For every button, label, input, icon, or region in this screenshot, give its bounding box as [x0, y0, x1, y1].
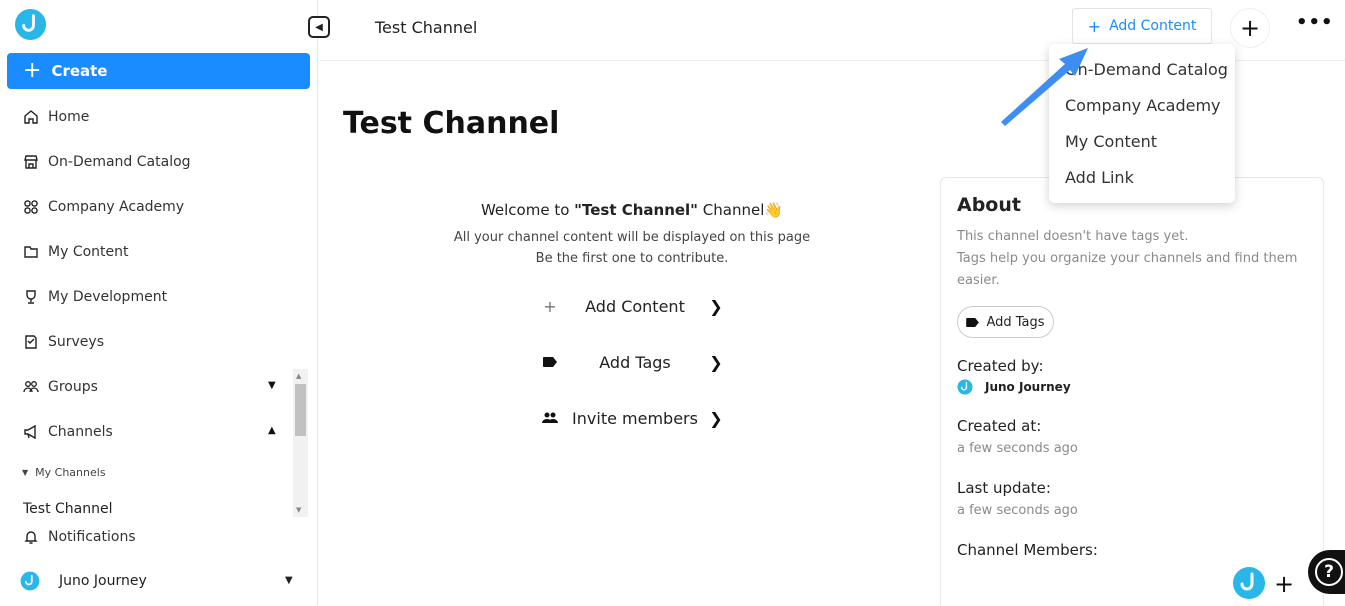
about-panel: About This channel doesn't have tags yet…: [940, 177, 1324, 606]
megaphone-icon: [22, 423, 40, 441]
creator-name: Juno Journey: [985, 380, 1071, 394]
help-button[interactable]: ?: [1308, 550, 1345, 594]
wave-emoji-icon: 👋: [764, 201, 784, 219]
juno-assistant-icon[interactable]: [1232, 566, 1266, 600]
my-channels-toggle[interactable]: ▼ My Channels: [22, 466, 106, 479]
question-icon: ?: [1315, 558, 1343, 586]
dropdown-item-add-link[interactable]: Add Link: [1065, 168, 1134, 187]
sidebar-scrollbar[interactable]: ▲ ▼: [293, 369, 308, 517]
user-menu[interactable]: Juno Journey: [20, 571, 147, 591]
create-button[interactable]: + Create: [7, 53, 310, 89]
floating-add-button[interactable]: +: [1266, 566, 1302, 602]
action-label: Invite members: [572, 408, 698, 428]
scroll-up-icon[interactable]: ▲: [296, 372, 301, 380]
plus-icon: +: [543, 296, 557, 316]
sidebar-item-channels[interactable]: Channels: [22, 420, 113, 444]
create-label: Create: [51, 62, 108, 80]
welcome-line-2: Be the first one to contribute.: [535, 251, 729, 266]
sidebar-item-my-development[interactable]: My Development: [22, 285, 167, 309]
about-title: About: [957, 194, 1021, 216]
caret-down-icon: ▼: [22, 468, 29, 477]
welcome-channel-name: "Test Channel": [574, 201, 699, 219]
juno-logo-icon[interactable]: [14, 8, 47, 41]
scrollbar-thumb[interactable]: [295, 384, 306, 436]
add-content-label: Add Content: [1109, 18, 1197, 34]
caret-down-icon[interactable]: ▼: [285, 575, 293, 586]
collapse-sidebar-icon[interactable]: ◀: [308, 16, 330, 38]
caret-down-icon[interactable]: ▼: [268, 380, 276, 391]
groups-icon: [22, 378, 40, 396]
about-description: This channel doesn't have tags yet. Tags…: [957, 226, 1307, 292]
welcome-line-1: All your channel content will be display…: [453, 230, 811, 245]
plus-icon: +: [1087, 16, 1102, 36]
chevron-right-icon: ❯: [709, 352, 723, 372]
sidebar-item-label: Surveys: [48, 334, 104, 350]
add-tags-action[interactable]: Add Tags ❯: [536, 350, 726, 374]
add-content-action[interactable]: + Add Content ❯: [536, 294, 726, 318]
chevron-right-icon: ❯: [709, 296, 723, 316]
tag-icon: [536, 357, 564, 367]
add-content-button[interactable]: + Add Content: [1072, 8, 1212, 44]
sidebar-item-on-demand-catalog[interactable]: On-Demand Catalog: [22, 150, 191, 174]
annotation-arrow-icon: [1001, 48, 1088, 126]
more-options-icon[interactable]: •••: [1296, 12, 1334, 33]
bell-icon: [22, 528, 40, 546]
invite-members-action[interactable]: Invite members ❯: [536, 406, 726, 430]
header-title: Test Channel: [375, 18, 478, 37]
sidebar-item-company-academy[interactable]: Company Academy: [22, 195, 184, 219]
store-icon: [22, 153, 40, 171]
user-name: Juno Journey: [59, 573, 147, 589]
about-desc-line-2: Tags help you organize your channels and…: [957, 251, 1298, 288]
dropdown-item-my-content[interactable]: My Content: [1065, 132, 1157, 151]
sidebar-item-my-content[interactable]: My Content: [22, 240, 129, 264]
creator[interactable]: Juno Journey: [957, 379, 1071, 395]
action-label: Add Tags: [599, 352, 671, 372]
add-button[interactable]: +: [1230, 8, 1270, 48]
created-at-label: Created at:: [957, 417, 1042, 435]
sidebar-item-label: My Development: [48, 289, 168, 305]
plus-icon: +: [23, 58, 42, 83]
sidebar-item-notifications[interactable]: Notifications: [22, 525, 136, 549]
sidebar-item-home[interactable]: Home: [22, 105, 89, 129]
sidebar-item-label: Groups: [48, 379, 98, 395]
sidebar-item-groups[interactable]: Groups: [22, 375, 98, 399]
caret-up-icon[interactable]: ▲: [268, 425, 276, 436]
add-tags-button[interactable]: Add Tags: [957, 306, 1054, 338]
sidebar: + Create Home On-Demand Catalog Company …: [0, 0, 318, 606]
sidebar-item-label: My Content: [48, 244, 129, 260]
sidebar-item-label: On-Demand Catalog: [48, 154, 191, 170]
avatar: [20, 571, 40, 591]
sidebar-item-label: Home: [48, 109, 90, 125]
sidebar-item-label: Channels: [48, 424, 113, 440]
home-icon: [22, 108, 40, 126]
tag-icon: [966, 317, 980, 327]
channel-members-label: Channel Members:: [957, 541, 1098, 559]
last-update-value: a few seconds ago: [957, 503, 1078, 518]
action-label: Add Content: [585, 296, 685, 316]
sidebar-item-surveys[interactable]: Surveys: [22, 330, 104, 354]
trophy-icon: [22, 288, 40, 306]
scroll-down-icon[interactable]: ▼: [296, 506, 301, 514]
people-icon: [536, 412, 564, 424]
created-by-label: Created by:: [957, 357, 1044, 375]
page-title: Test Channel: [343, 106, 560, 141]
grid-icon: [22, 198, 40, 216]
about-desc-line-1: This channel doesn't have tags yet.: [957, 229, 1189, 244]
avatar: [957, 379, 973, 395]
sidebar-item-label: Notifications: [48, 529, 136, 545]
created-at-value: a few seconds ago: [957, 441, 1078, 456]
welcome-prefix: Welcome to: [480, 201, 575, 219]
add-tags-label: Add Tags: [986, 314, 1045, 330]
last-update-label: Last update:: [957, 479, 1051, 497]
chevron-right-icon: ❯: [709, 408, 723, 428]
survey-icon: [22, 333, 40, 351]
sidebar-item-label: Company Academy: [48, 199, 185, 215]
sidebar-channel-test-channel[interactable]: Test Channel: [23, 501, 113, 517]
welcome-suffix: Channel: [698, 201, 765, 219]
my-channels-label: My Channels: [35, 466, 106, 479]
welcome-heading: Welcome to "Test Channel" Channel👋: [442, 201, 822, 219]
folder-icon: [22, 243, 40, 261]
